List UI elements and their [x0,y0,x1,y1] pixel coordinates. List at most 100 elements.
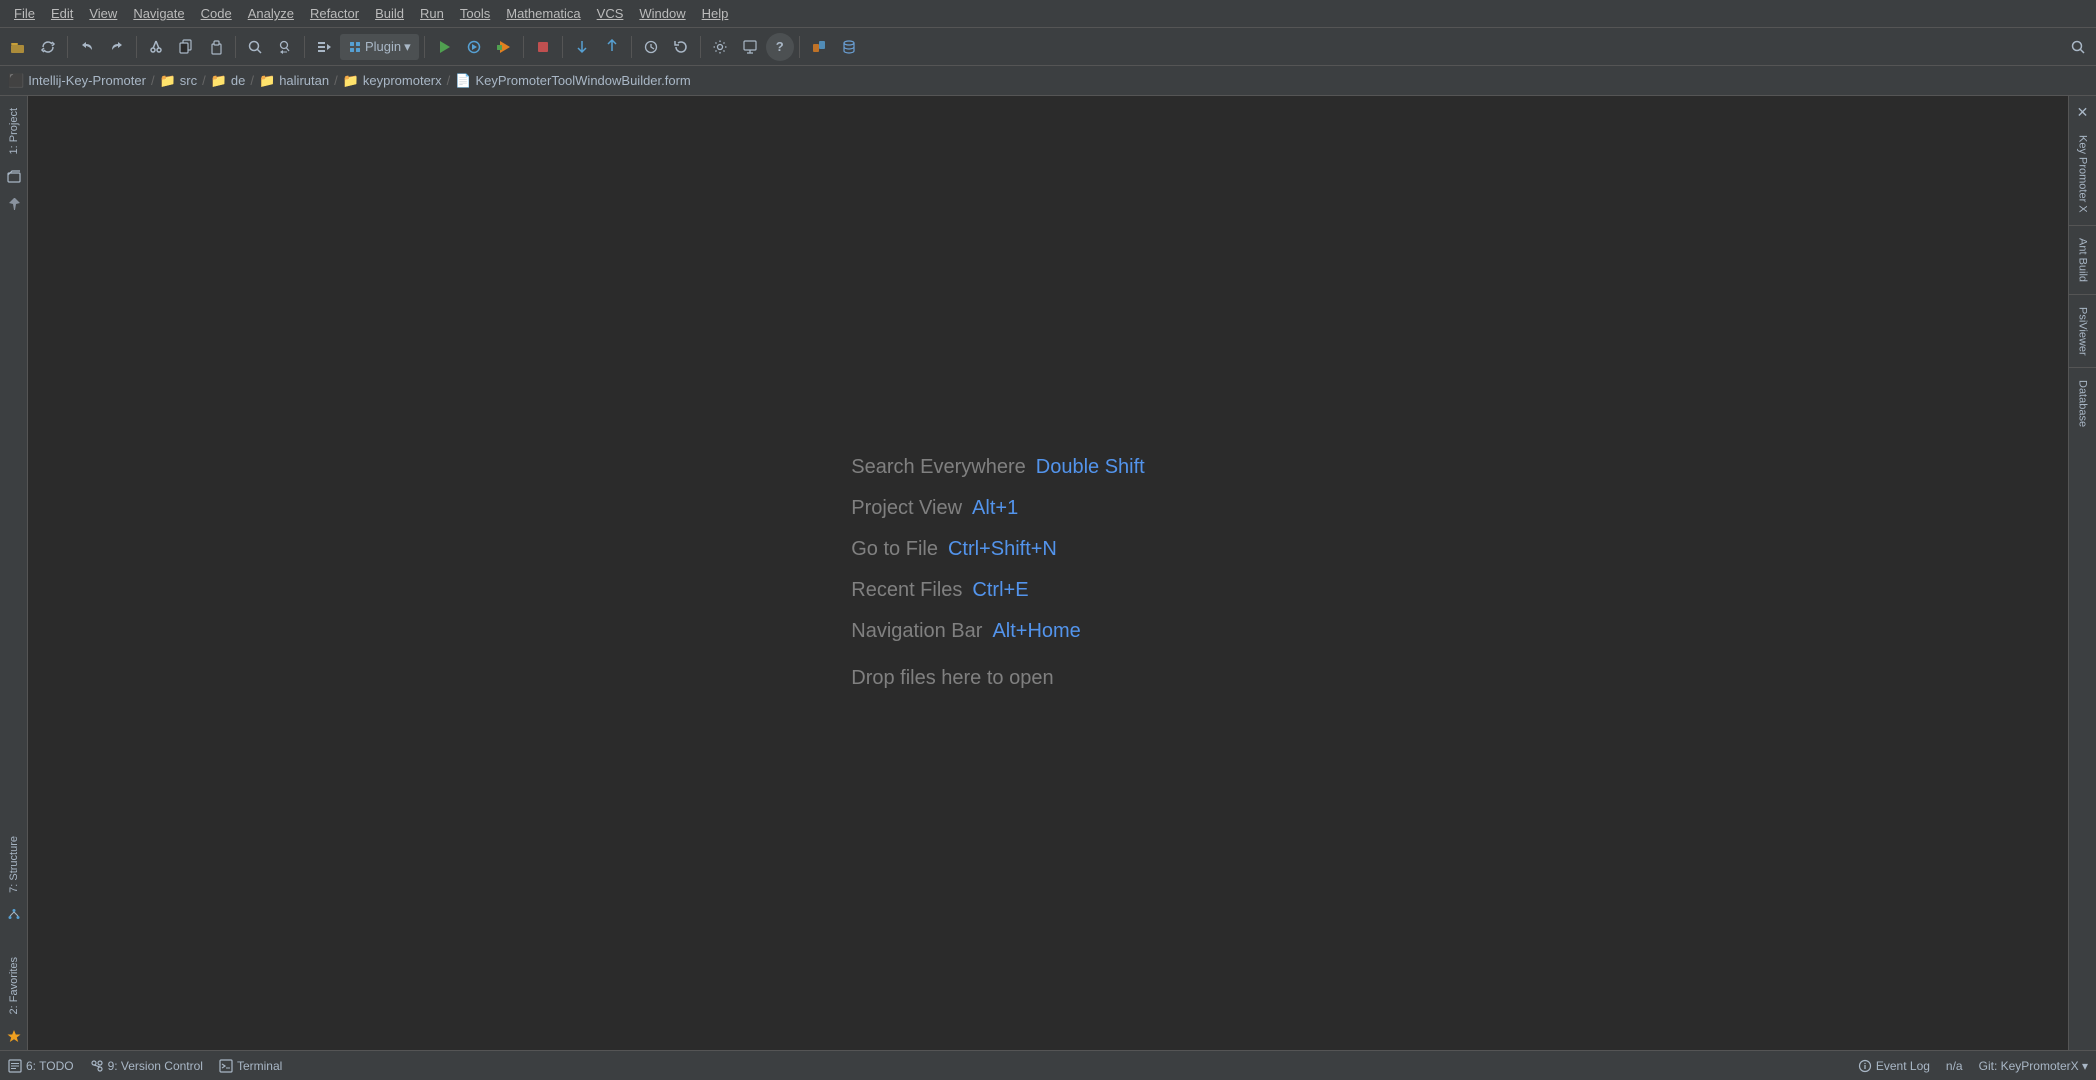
terminal-tab[interactable]: Terminal [219,1059,282,1073]
help-button[interactable]: ? [766,33,794,61]
status-bar: 6: TODO 9: Version Control Terminal Even… [0,1050,2096,1080]
menu-edit[interactable]: Edit [43,2,81,25]
menu-run[interactable]: Run [412,2,452,25]
undo-button[interactable] [73,33,101,61]
shortcut-list: Search Everywhere Double Shift Project V… [851,456,1145,690]
menu-analyze[interactable]: Analyze [240,2,302,25]
event-log-label: Event Log [1876,1059,1930,1073]
goto-file-label: Go to File [851,538,938,561]
event-log-item[interactable]: Event Log [1858,1059,1930,1073]
debug-button[interactable] [460,33,488,61]
editor-area[interactable]: Search Everywhere Double Shift Project V… [28,96,2068,1050]
file-icon: 📄 [455,73,471,89]
open-file-button[interactable] [4,33,32,61]
vcs-commit-button[interactable] [598,33,626,61]
tab-database[interactable]: Database [2073,372,2093,435]
sidebar-star-icon[interactable] [2,1024,26,1048]
breadcrumb-de[interactable]: de [231,73,245,88]
left-sidebar: 1: Project 7: Structure 2: Favorites [0,96,28,1050]
sidebar-project-icon[interactable] [2,164,26,188]
status-right: Event Log n/a Git: KeyPromoterX ▾ [1858,1059,2088,1073]
recent-files-label: Recent Files [851,579,962,602]
breadcrumb-file[interactable]: KeyPromoterToolWindowBuilder.form [475,73,690,88]
terminal-label: Terminal [237,1059,282,1073]
replace-button[interactable] [271,33,299,61]
menu-view[interactable]: View [81,2,125,25]
database-button[interactable] [835,33,863,61]
menu-code[interactable]: Code [193,2,240,25]
run-with-coverage-button[interactable] [490,33,518,61]
menu-file[interactable]: File [6,2,43,25]
git-branch-label[interactable]: Git: KeyPromoterX ▾ [1979,1059,2088,1073]
tab-psi-viewer[interactable]: PsiViewer [2073,299,2093,364]
run-button[interactable] [430,33,458,61]
folder-kpx-icon: 📁 [343,73,359,89]
menu-navigate[interactable]: Navigate [125,2,192,25]
stop-button[interactable] [529,33,557,61]
search-everywhere-button[interactable] [2064,33,2092,61]
shortcut-row-project: Project View Alt+1 [851,497,1145,520]
sidebar-item-structure[interactable]: 7: Structure [4,828,24,901]
menu-vcs[interactable]: VCS [589,2,632,25]
plugin-label: Plugin [365,39,401,54]
tab-key-promoter[interactable]: Key Promoter X [2073,127,2093,221]
search-everywhere-key: Double Shift [1036,456,1145,479]
main-layout: 1: Project 7: Structure 2: Favorites Sea… [0,96,2096,1050]
todo-tab[interactable]: 6: TODO [8,1059,74,1073]
sidebar-item-project[interactable]: 1: Project [4,100,24,162]
toolbar: Plugin ▾ ? [0,28,2096,66]
breadcrumb-project[interactable]: Intellij-Key-Promoter [28,73,146,88]
menu-tools[interactable]: Tools [452,2,498,25]
vcs-update-button[interactable] [568,33,596,61]
drop-files-hint: Drop files here to open [851,667,1145,690]
close-right-panel-button[interactable]: ✕ [2073,100,2093,125]
menu-window[interactable]: Window [631,2,693,25]
settings-button[interactable] [706,33,734,61]
folder-de-icon: 📁 [211,73,227,89]
sync-button[interactable] [34,33,62,61]
menu-bar: File Edit View Navigate Code Analyze Ref… [0,0,2096,28]
shortcut-row-goto: Go to File Ctrl+Shift+N [851,538,1145,561]
menu-refactor[interactable]: Refactor [302,2,367,25]
search-everywhere-label: Search Everywhere [851,456,1026,479]
redo-button[interactable] [103,33,131,61]
find-button[interactable] [241,33,269,61]
sidebar-pin-icon[interactable] [2,192,26,216]
add-module-button[interactable] [805,33,833,61]
right-sidebar: ✕ Key Promoter X Ant Build PsiViewer Dat… [2068,96,2096,1050]
vcs-tab[interactable]: 9: Version Control [90,1059,203,1073]
breadcrumb-src[interactable]: src [180,73,197,88]
sidebar-structure-icon[interactable] [2,903,26,927]
cut-button[interactable] [142,33,170,61]
shortcut-row-navbar: Navigation Bar Alt+Home [851,620,1145,643]
shortcut-row-search: Search Everywhere Double Shift [851,456,1145,479]
copy-button[interactable] [172,33,200,61]
sdk-button[interactable] [736,33,764,61]
tab-ant-build[interactable]: Ant Build [2073,230,2093,290]
sidebar-item-favorites[interactable]: 2: Favorites [4,949,24,1022]
project-icon: ⬛ [8,73,24,89]
position-indicator: n/a [1946,1059,1963,1073]
recent-files-key: Ctrl+E [972,579,1028,602]
vcs-label: 9: Version Control [108,1059,203,1073]
menu-help[interactable]: Help [694,2,737,25]
goto-file-key: Ctrl+Shift+N [948,538,1057,561]
nav-bar-key: Alt+Home [992,620,1080,643]
breadcrumb-bar: ⬛ Intellij-Key-Promoter / 📁 src / 📁 de /… [0,66,2096,96]
folder-halirutan-icon: 📁 [259,73,275,89]
nav-bar-label: Navigation Bar [851,620,982,643]
paste-button[interactable] [202,33,230,61]
todo-label: 6: TODO [26,1059,74,1073]
breadcrumb-halirutan[interactable]: halirutan [279,73,329,88]
revert-button[interactable] [667,33,695,61]
run-config-button[interactable] [310,33,338,61]
menu-mathematica[interactable]: Mathematica [498,2,588,25]
breadcrumb-kpx[interactable]: keypromoterx [363,73,442,88]
status-left: 6: TODO 9: Version Control Terminal [8,1059,282,1073]
history-button[interactable] [637,33,665,61]
shortcut-row-recent: Recent Files Ctrl+E [851,579,1145,602]
plugin-dropdown-icon: ▾ [404,39,411,55]
project-view-key: Alt+1 [972,497,1018,520]
menu-build[interactable]: Build [367,2,412,25]
plugin-dropdown-button[interactable]: Plugin ▾ [340,34,419,60]
